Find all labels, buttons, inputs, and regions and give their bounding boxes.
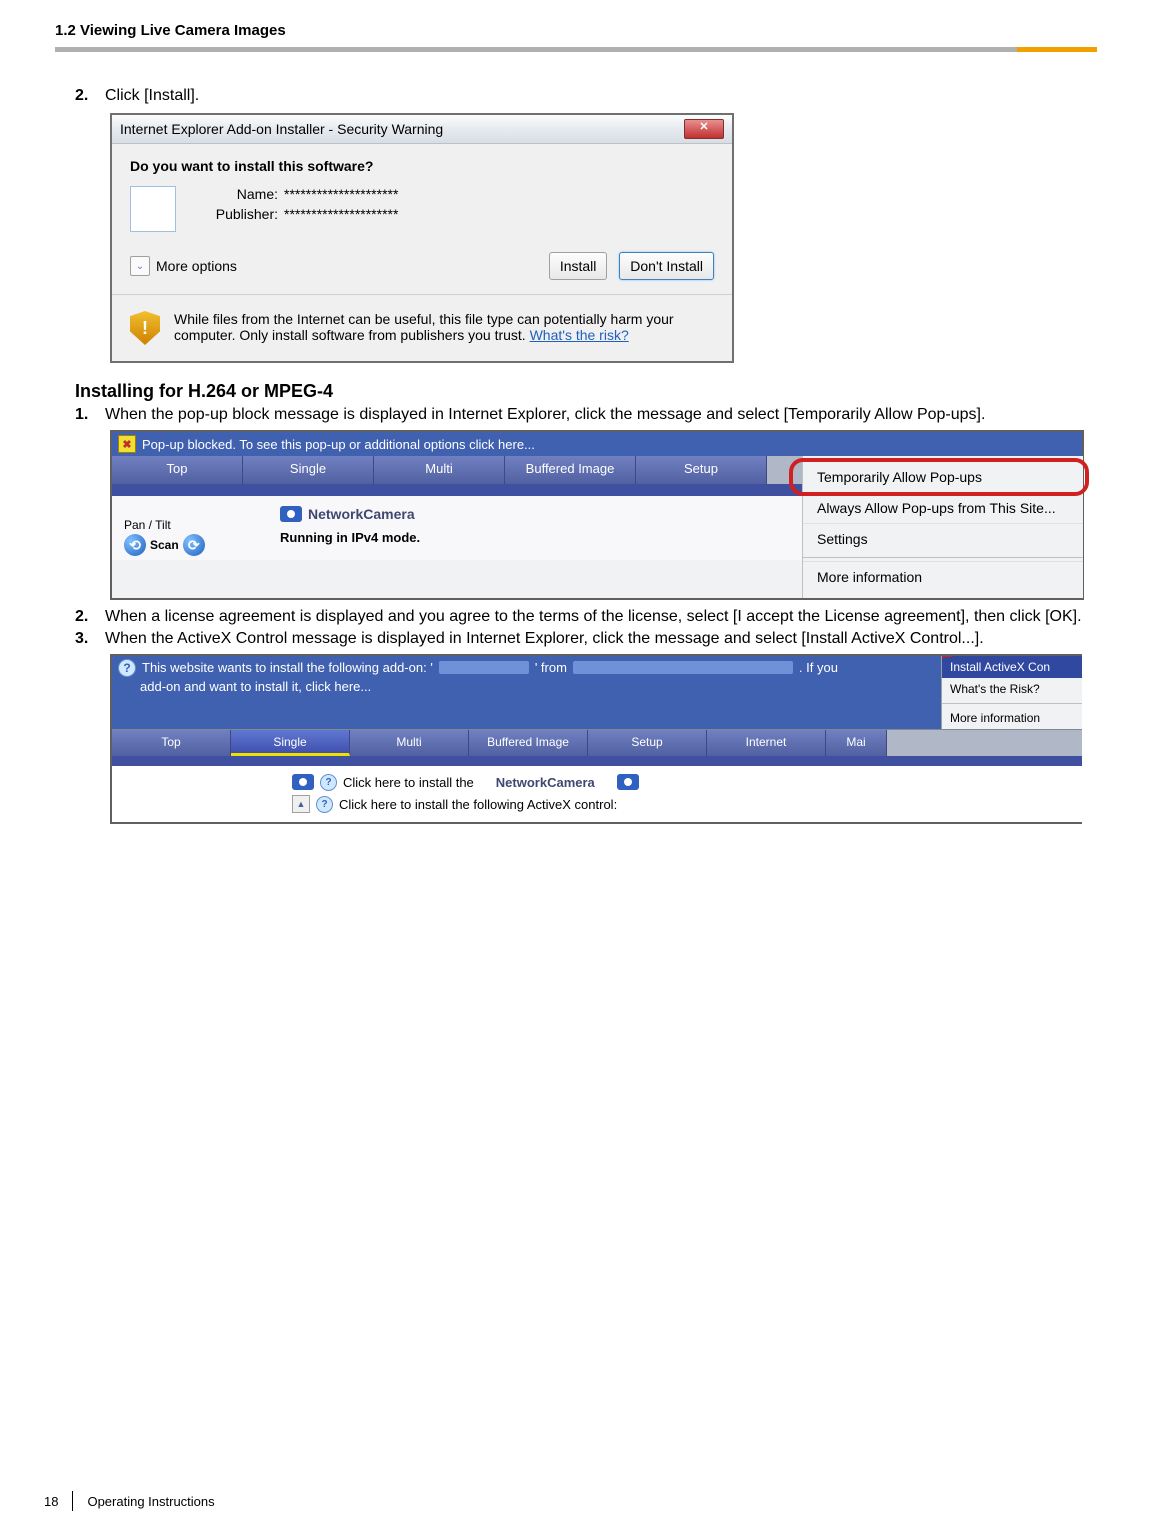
menu-always-allow[interactable]: Always Allow Pop-ups from This Site... [803, 492, 1083, 523]
step-2: 2. Click [Install]. [75, 87, 1097, 105]
warning-text: While files from the Internet can be use… [174, 311, 714, 343]
popup-blocked-screenshot: ✖ Pop-up blocked. To see this pop-up or … [110, 430, 1084, 600]
camera-icon [292, 774, 314, 790]
step-number: 2. [75, 608, 105, 626]
scan-left-button[interactable]: ⟲ [124, 534, 146, 556]
install-prompt-2[interactable]: Click here to install the following Acti… [339, 797, 617, 812]
redacted-text [439, 661, 529, 674]
scan-right-button[interactable]: ⟳ [183, 534, 205, 556]
expand-icon[interactable]: ▲ [292, 795, 310, 813]
dont-install-button[interactable]: Don't Install [619, 252, 714, 280]
step-number: 1. [75, 406, 105, 424]
info-icon: ? [316, 796, 333, 813]
step-number: 3. [75, 630, 105, 648]
page-number: 18 [30, 1494, 72, 1509]
dialog-title: Internet Explorer Add-on Installer - Sec… [120, 121, 443, 137]
page-footer: 18 Operating Instructions [30, 1491, 215, 1511]
publisher-label: Publisher: [188, 206, 284, 222]
tab-internet[interactable]: Internet [707, 730, 826, 756]
close-button[interactable]: ✕ [684, 119, 724, 139]
step-text: When the ActiveX Control message is disp… [105, 630, 984, 648]
popup-context-menu: Temporarily Allow Pop-ups Always Allow P… [802, 456, 1083, 598]
install-h264-heading: Installing for H.264 or MPEG-4 [75, 381, 1097, 402]
ie-info-bar[interactable]: ✖ Pop-up blocked. To see this pop-up or … [112, 432, 1082, 456]
info-icon: ? [118, 659, 136, 677]
b-step-2: 2. When a license agreement is displayed… [75, 608, 1097, 626]
tab-multi[interactable]: Multi [350, 730, 469, 756]
tab-buffered[interactable]: Buffered Image [469, 730, 588, 756]
status-text: Running in IPv4 mode. [280, 526, 802, 555]
tab-single[interactable]: Single [231, 730, 350, 756]
step-text: When the pop-up block message is display… [105, 406, 985, 424]
install-question: Do you want to install this software? [130, 158, 714, 186]
camera-icon [280, 506, 302, 522]
step-number: 2. [75, 87, 105, 105]
step-text: When a license agreement is displayed an… [105, 608, 1082, 626]
more-options-toggle[interactable]: ⌄ More options [130, 256, 237, 276]
section-header: 1.2 Viewing Live Camera Images [55, 22, 1097, 39]
header-rule [55, 47, 1097, 52]
chevron-down-icon: ⌄ [130, 256, 150, 276]
install-prompt-1[interactable]: Click here to install the [343, 775, 474, 790]
activex-install-screenshot: ? This website wants to install the foll… [110, 654, 1082, 824]
tab-top[interactable]: Top [112, 456, 243, 484]
security-warning-dialog: Internet Explorer Add-on Installer - Sec… [110, 113, 734, 363]
publisher-value: ********************* [284, 206, 398, 222]
ie-info-bar[interactable]: ? This website wants to install the foll… [112, 656, 941, 729]
tab-single[interactable]: Single [243, 456, 374, 484]
highlight-annotation [942, 656, 952, 678]
pan-tilt-label: Pan / Tilt [124, 518, 274, 532]
menu-whats-risk[interactable]: What's the Risk? [942, 678, 1082, 700]
menu-temp-allow[interactable]: Temporarily Allow Pop-ups [803, 462, 1083, 492]
tab-multi[interactable]: Multi [374, 456, 505, 484]
more-options-label: More options [156, 258, 237, 274]
camera-icon [617, 774, 639, 790]
scan-label: Scan [150, 538, 179, 552]
menu-install-activex[interactable]: Install ActiveX Con [942, 656, 1082, 678]
b-step-1: 1. When the pop-up block message is disp… [75, 406, 1097, 424]
b-step-3: 3. When the ActiveX Control message is d… [75, 630, 1097, 648]
activex-context-menu: Install ActiveX Con What's the Risk? Mor… [941, 656, 1082, 729]
name-label: Name: [188, 186, 284, 202]
install-button[interactable]: Install [549, 252, 608, 280]
menu-settings[interactable]: Settings [803, 523, 1083, 554]
tab-setup[interactable]: Setup [588, 730, 707, 756]
name-value: ********************* [284, 186, 398, 202]
whats-the-risk-link[interactable]: What's the risk? [530, 327, 629, 343]
popup-blocked-icon: ✖ [118, 435, 136, 453]
tab-buffered[interactable]: Buffered Image [505, 456, 636, 484]
tab-top[interactable]: Top [112, 730, 231, 756]
footer-text: Operating Instructions [73, 1494, 214, 1509]
installer-icon [130, 186, 176, 232]
step-text: Click [Install]. [105, 87, 199, 105]
tab-maintenance[interactable]: Mai [826, 730, 887, 756]
redacted-text [573, 661, 793, 674]
menu-more-info[interactable]: More information [803, 561, 1083, 592]
menu-more-info[interactable]: More information [942, 707, 1082, 729]
tab-setup[interactable]: Setup [636, 456, 767, 484]
info-icon: ? [320, 774, 337, 791]
shield-icon: ! [130, 311, 160, 345]
network-camera-label: NetworkCamera [308, 506, 415, 522]
network-camera-label: NetworkCamera [496, 775, 595, 790]
